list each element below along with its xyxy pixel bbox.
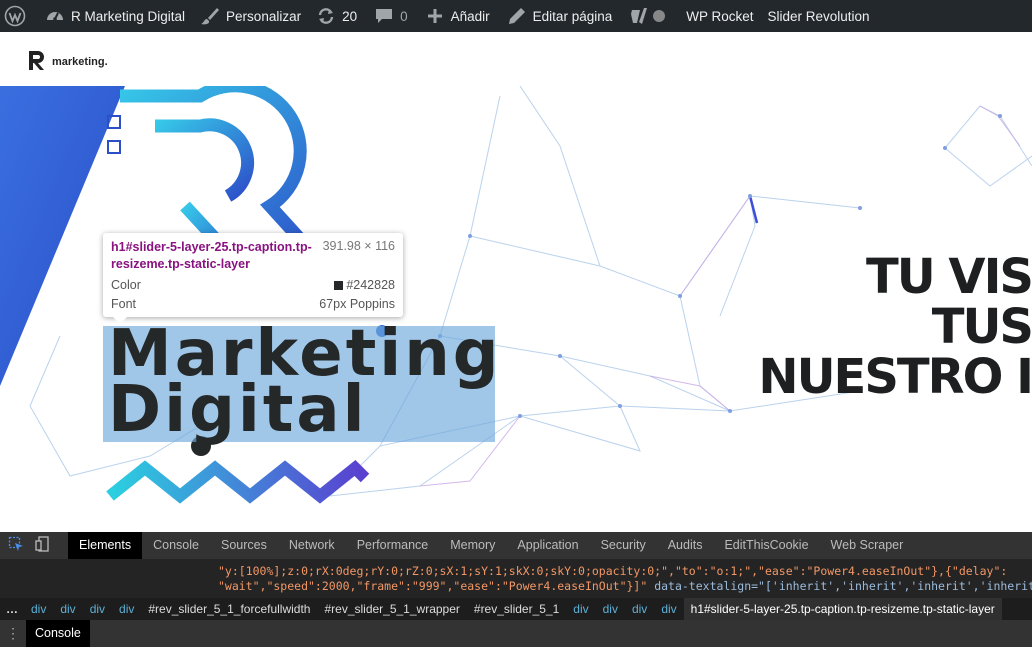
tab-audits[interactable]: Audits — [657, 532, 714, 559]
seo-status-dot-icon — [653, 10, 666, 22]
site-header: marketing. — [0, 32, 1032, 86]
breadcrumb-item[interactable]: #rev_slider_5_1_wrapper — [317, 602, 466, 616]
inspect-tooltip: h1#slider-5-layer-25.tp-caption.tp-resiz… — [103, 233, 403, 324]
tab-memory[interactable]: Memory — [439, 532, 506, 559]
breadcrumb-item[interactable]: #rev_slider_5_1 — [467, 602, 566, 616]
yoast-seo-menu[interactable] — [619, 0, 672, 32]
breadcrumb-item-selected[interactable]: h1#slider-5-layer-25.tp-caption.tp-resiz… — [683, 598, 1002, 620]
wp-admin-bar: R Marketing Digital Personalizar 20 0 Añ… — [0, 0, 1032, 32]
comments-link[interactable]: 0 — [364, 0, 415, 32]
wordpress-menu[interactable] — [0, 0, 33, 32]
updates-link[interactable]: 20 — [308, 0, 364, 32]
device-toolbar-button[interactable] — [29, 532, 56, 559]
plus-icon — [425, 6, 445, 26]
code-line-2: "wait","speed":2000,"frame":"999","ease"… — [218, 578, 1032, 594]
add-new-menu[interactable]: Añadir — [415, 0, 497, 32]
tooltip-font-value: 67px Poppins — [319, 297, 395, 311]
wp-rocket-label: WP Rocket — [686, 8, 754, 24]
paintbrush-icon — [200, 6, 220, 26]
logo-text: marketing. — [52, 55, 108, 68]
tooltip-color-row: Color #242828 — [111, 278, 395, 292]
breadcrumb-item[interactable]: div — [24, 602, 53, 616]
breadcrumb-overflow-icon[interactable]: … — [0, 602, 24, 616]
tagline-line1: TU VIS — [865, 249, 1032, 305]
drawer-menu-icon[interactable]: ⋮ — [0, 625, 26, 642]
hero-slider: Marketing Digital TU VIS TUS NUESTRO I h… — [0, 86, 1032, 532]
slider-revolution-menu[interactable]: Slider Revolution — [761, 0, 877, 32]
tab-network[interactable]: Network — [278, 532, 346, 559]
add-new-label: Añadir — [450, 8, 490, 24]
updates-count: 20 — [342, 8, 358, 24]
site-name: R Marketing Digital — [71, 8, 186, 24]
updates-icon — [316, 6, 336, 26]
r-logo-icon — [26, 49, 48, 74]
tooltip-font-label: Font — [111, 297, 137, 311]
code-line-1: "y:[100%];z:0;rX:0deg;rY:0;rZ:0;sX:1;sY:… — [218, 564, 1008, 578]
tab-application[interactable]: Application — [506, 532, 589, 559]
tooltip-font-row: Font 67px Poppins — [111, 297, 395, 311]
yoast-icon — [629, 6, 649, 26]
site-name-menu[interactable]: R Marketing Digital — [33, 0, 192, 32]
code-line-2-attr: data-textalign="['inherit','inherit','in… — [647, 579, 1032, 593]
breadcrumb-item[interactable]: #rev_slider_5_1_forcefullwidth — [141, 602, 317, 616]
elements-code-view[interactable]: "y:[100%];z:0;rX:0deg;rY:0;rZ:0;sX:1;sY:… — [0, 559, 1032, 601]
tooltip-color-value: #242828 — [346, 278, 395, 292]
breadcrumb-item[interactable]: div — [53, 602, 82, 616]
tagline-line3: NUESTRO I — [758, 349, 1032, 405]
tagline-line2: TUS — [931, 299, 1032, 355]
tab-console[interactable]: Console — [142, 532, 210, 559]
tab-elements[interactable]: Elements — [68, 532, 143, 559]
inspect-cursor-icon — [8, 536, 24, 555]
code-line-2-value: "wait","speed":2000,"frame":"999","ease"… — [218, 579, 648, 593]
breadcrumb-item[interactable]: div — [112, 602, 141, 616]
edit-page-link[interactable]: Editar página — [497, 0, 620, 32]
slider-revolution-label: Slider Revolution — [767, 8, 870, 24]
tab-security[interactable]: Security — [590, 532, 657, 559]
drawer-tab-console[interactable]: Console — [26, 620, 90, 647]
tooltip-selector: h1#slider-5-layer-25.tp-caption.tp-resiz… — [111, 240, 312, 271]
pencil-icon — [507, 6, 527, 26]
inspect-element-button[interactable] — [2, 532, 29, 559]
devtools-panel: Elements Console Sources Network Perform… — [0, 532, 1032, 647]
hero-title: Marketing Digital — [108, 322, 502, 442]
edit-page-label: Editar página — [532, 8, 613, 24]
tab-sources[interactable]: Sources — [210, 532, 278, 559]
tooltip-color-value-wrap: #242828 — [334, 278, 395, 292]
tab-performance[interactable]: Performance — [346, 532, 440, 559]
breadcrumb: … div div div div #rev_slider_5_1_forcef… — [0, 598, 1032, 620]
breadcrumb-item[interactable]: div — [625, 602, 654, 616]
breadcrumb-item[interactable]: div — [83, 602, 112, 616]
breadcrumb-item[interactable]: div — [654, 602, 683, 616]
device-toggle-icon — [34, 536, 51, 555]
tooltip-color-label: Color — [111, 278, 141, 292]
wp-rocket-menu[interactable]: WP Rocket — [672, 0, 760, 32]
tab-web-scraper[interactable]: Web Scraper — [820, 532, 915, 559]
tooltip-size: 391.98 × 116 — [322, 239, 395, 253]
color-swatch-icon — [334, 281, 344, 291]
wordpress-logo-icon — [4, 5, 26, 27]
comments-count: 0 — [400, 8, 408, 24]
dashboard-icon — [45, 6, 65, 26]
customize-label: Personalizar — [226, 8, 302, 24]
customize-link[interactable]: Personalizar — [192, 0, 308, 32]
hero-tagline: TU VIS TUS NUESTRO I — [758, 252, 1032, 402]
breadcrumb-item[interactable]: div — [596, 602, 625, 616]
devtools-tab-bar: Elements Console Sources Network Perform… — [0, 532, 1032, 559]
breadcrumb-item[interactable]: div — [566, 602, 595, 616]
site-logo[interactable]: marketing. — [26, 49, 108, 74]
tab-editthiscookie[interactable]: EditThisCookie — [713, 532, 819, 559]
comment-icon — [374, 6, 394, 26]
devtools-drawer: ⋮ Console — [0, 620, 1032, 647]
